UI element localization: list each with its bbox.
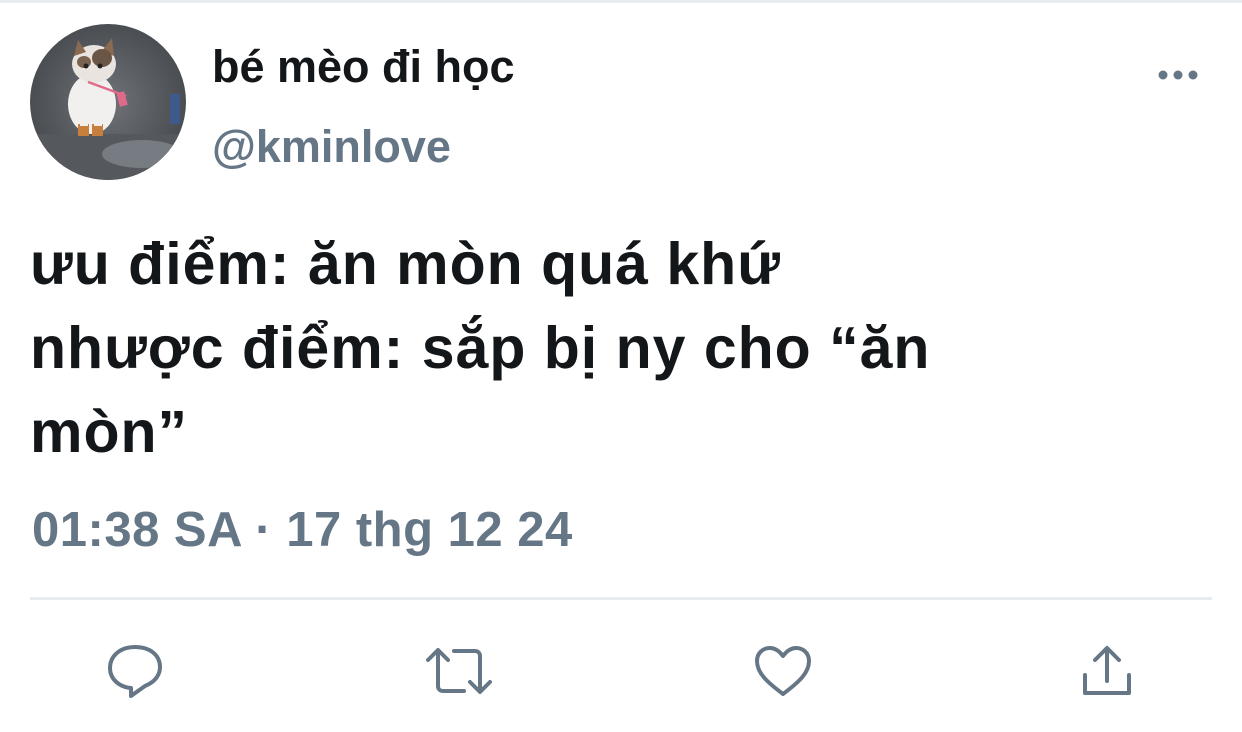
like-button[interactable] bbox=[748, 636, 818, 706]
avatar-image bbox=[30, 24, 186, 180]
reply-icon bbox=[108, 645, 162, 698]
share-icon bbox=[1083, 646, 1131, 695]
reply-button[interactable] bbox=[100, 636, 170, 706]
retweet-button[interactable] bbox=[424, 636, 494, 706]
tweet-text-line: ưu điểm: ăn mòn quá khứ bbox=[30, 231, 781, 297]
actions-divider bbox=[30, 597, 1212, 600]
tweet-timestamp[interactable]: 01:38 SA · 17 thg 12 24 bbox=[32, 500, 573, 560]
retweet-icon bbox=[426, 648, 492, 694]
more-options-button[interactable] bbox=[1152, 58, 1204, 92]
more-icon bbox=[1158, 70, 1198, 80]
share-button[interactable] bbox=[1072, 636, 1142, 706]
heart-icon bbox=[755, 646, 811, 696]
display-name[interactable]: bé mèo đi học bbox=[212, 38, 515, 96]
top-divider bbox=[0, 0, 1242, 3]
tweet-text-line: mòn” bbox=[30, 399, 189, 465]
user-handle[interactable]: @kminlove bbox=[212, 118, 451, 176]
tweet-text-line: nhược điểm: sắp bị ny cho “ăn bbox=[30, 315, 931, 381]
tweet-detail: bé mèo đi học @kminlove ưu điểm: ăn mòn … bbox=[0, 0, 1242, 732]
tweet-text: ưu điểm: ăn mòn quá khứ nhược điểm: sắp … bbox=[30, 222, 1210, 474]
avatar[interactable] bbox=[30, 24, 186, 180]
